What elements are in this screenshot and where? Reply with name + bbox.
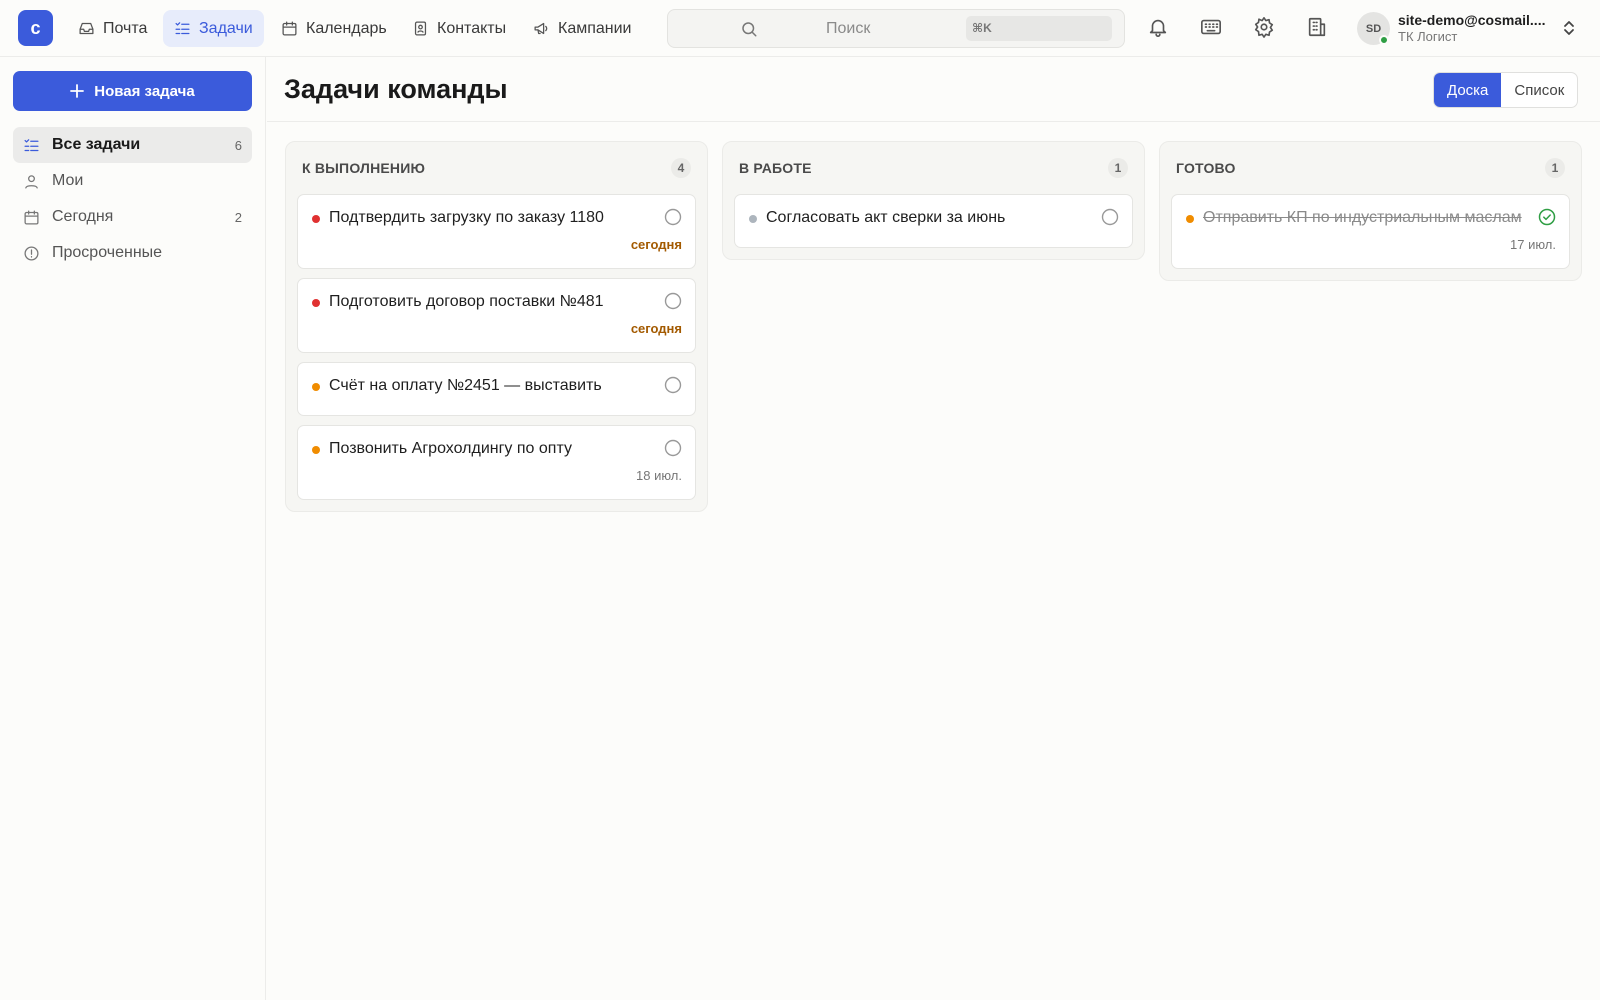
bell-icon[interactable] bbox=[1147, 16, 1169, 38]
user-icon bbox=[25, 174, 38, 189]
task-due-date: сегодня bbox=[630, 237, 682, 252]
task-due-date: сегодня bbox=[630, 321, 682, 336]
column-count: 1 bbox=[1545, 158, 1565, 178]
header-divider bbox=[267, 121, 1600, 122]
task-card[interactable]: Отправить КП по индустриальным маслам 17… bbox=[1171, 194, 1570, 269]
view-list-button[interactable]: Список bbox=[1501, 73, 1577, 107]
priority-dot bbox=[312, 383, 320, 391]
view-toggle: Доска Список bbox=[1433, 72, 1579, 108]
column-in-progress: В РАБОТЕ 1 Согласовать акт сверки за июн… bbox=[722, 141, 1145, 260]
sidebar-item-today[interactable]: Сегодня 2 bbox=[13, 199, 252, 235]
task-card[interactable]: Подтвердить загрузку по заказу 1180 сего… bbox=[297, 194, 696, 269]
column-title: В РАБОТЕ bbox=[739, 160, 812, 176]
online-status-dot bbox=[1379, 35, 1389, 45]
complete-circle-icon[interactable] bbox=[1101, 208, 1119, 226]
task-title: Счёт на оплату №2451 — выставить bbox=[329, 377, 602, 394]
page-title: Задачи команды bbox=[284, 74, 508, 104]
nav-tasks[interactable]: Задачи bbox=[163, 10, 264, 47]
task-title: Подтвердить загрузку по заказу 1180 bbox=[329, 209, 604, 226]
inbox-icon bbox=[79, 22, 94, 35]
task-due-date: 17 июл. bbox=[1510, 237, 1556, 252]
sidebar-item-overdue[interactable]: Просроченные bbox=[13, 235, 252, 271]
column-header: В РАБОТЕ 1 bbox=[734, 142, 1133, 194]
complete-circle-icon[interactable] bbox=[664, 376, 682, 394]
sidebar-item-label: Сегодня bbox=[52, 208, 114, 225]
task-title: Позвонить Агрохолдингу по опту bbox=[329, 440, 572, 457]
sidebar-item-label: Просроченные bbox=[52, 244, 163, 261]
task-card[interactable]: Позвонить Агрохолдингу по опту 18 июл. bbox=[297, 425, 696, 500]
megaphone-icon bbox=[534, 22, 548, 35]
nav-campaigns-label: Кампании bbox=[558, 19, 632, 37]
gear-icon[interactable] bbox=[1253, 16, 1275, 38]
account-org: ТК Логист bbox=[1398, 29, 1458, 44]
app-logo[interactable]: c bbox=[18, 10, 53, 46]
new-task-label: Новая задача bbox=[94, 82, 195, 100]
chevron-up-down-icon[interactable] bbox=[1561, 18, 1577, 38]
task-due-date: 18 июл. bbox=[636, 468, 682, 483]
calendar-icon bbox=[282, 21, 297, 36]
keyboard-icon[interactable] bbox=[1200, 16, 1222, 38]
task-card[interactable]: Подготовить договор поставки №481 сегодн… bbox=[297, 278, 696, 353]
search-input[interactable]: Поиск ⌘K bbox=[667, 9, 1125, 48]
nav-campaigns[interactable]: Кампании bbox=[522, 10, 643, 47]
sidebar-item-count: 2 bbox=[234, 209, 242, 225]
complete-circle-icon[interactable] bbox=[664, 439, 682, 457]
nav-contacts-label: Контакты bbox=[437, 19, 507, 37]
nav-tasks-label: Задачи bbox=[199, 19, 253, 37]
account-email[interactable]: site-demo@cosmail.... bbox=[1398, 12, 1545, 28]
priority-dot bbox=[312, 215, 320, 223]
task-title: Отправить КП по индустриальным маслам bbox=[1203, 209, 1522, 226]
column-title: ГОТОВО bbox=[1176, 160, 1236, 176]
column-done: ГОТОВО 1 Отправить КП по индустриальным … bbox=[1159, 141, 1582, 281]
alert-circle-icon bbox=[24, 245, 39, 261]
column-header: ГОТОВО 1 bbox=[1171, 142, 1570, 194]
nav-mail[interactable]: Почта bbox=[67, 10, 158, 47]
nav-contacts[interactable]: Контакты bbox=[401, 10, 517, 47]
calendar-icon bbox=[24, 209, 39, 225]
search-icon bbox=[742, 22, 757, 37]
column-title: К ВЫПОЛНЕНИЮ bbox=[302, 160, 426, 176]
top-bar: c Почта Задачи Календарь Контакты Кампан… bbox=[0, 0, 1600, 57]
priority-dot bbox=[312, 299, 320, 307]
column-todo: К ВЫПОЛНЕНИЮ 4 Подтвердить загрузку по з… bbox=[285, 141, 708, 512]
sidebar-item-all-tasks[interactable]: Все задачи 6 bbox=[13, 127, 252, 163]
view-board-button[interactable]: Доска bbox=[1434, 73, 1502, 107]
sidebar-item-count: 6 bbox=[234, 137, 242, 153]
column-count: 4 bbox=[671, 158, 691, 178]
search-shortcut: ⌘K bbox=[966, 16, 1112, 41]
list-icon bbox=[24, 138, 39, 151]
task-title: Подготовить договор поставки №481 bbox=[329, 293, 604, 310]
tasks-icon bbox=[175, 22, 190, 35]
building-icon[interactable] bbox=[1306, 16, 1328, 38]
new-task-button[interactable]: Новая задача bbox=[13, 71, 252, 111]
search-placeholder: Поиск bbox=[826, 20, 871, 37]
complete-circle-icon[interactable] bbox=[664, 208, 682, 226]
task-card[interactable]: Согласовать акт сверки за июнь bbox=[734, 194, 1133, 248]
nav-calendar-label: Календарь bbox=[306, 19, 387, 37]
column-header: К ВЫПОЛНЕНИЮ 4 bbox=[297, 142, 696, 194]
priority-dot bbox=[1186, 215, 1194, 223]
sidebar-item-label: Все задачи bbox=[52, 136, 141, 153]
task-card[interactable]: Счёт на оплату №2451 — выставить bbox=[297, 362, 696, 416]
sidebar-item-mine[interactable]: Мои bbox=[13, 163, 252, 199]
task-title: Согласовать акт сверки за июнь bbox=[766, 209, 1006, 226]
plus-icon bbox=[70, 84, 85, 98]
column-count: 1 bbox=[1108, 158, 1128, 178]
nav-calendar[interactable]: Календарь bbox=[270, 10, 398, 47]
priority-dot bbox=[312, 446, 320, 454]
nav-mail-label: Почта bbox=[103, 19, 148, 37]
complete-circle-icon[interactable] bbox=[664, 292, 682, 310]
sidebar-item-label: Мои bbox=[52, 172, 84, 189]
sidebar: Новая задача Все задачи 6 Мои Сегодня 2 … bbox=[0, 57, 266, 1000]
priority-dot bbox=[749, 215, 757, 223]
completed-check-icon[interactable] bbox=[1538, 208, 1556, 226]
contacts-icon bbox=[414, 21, 427, 36]
